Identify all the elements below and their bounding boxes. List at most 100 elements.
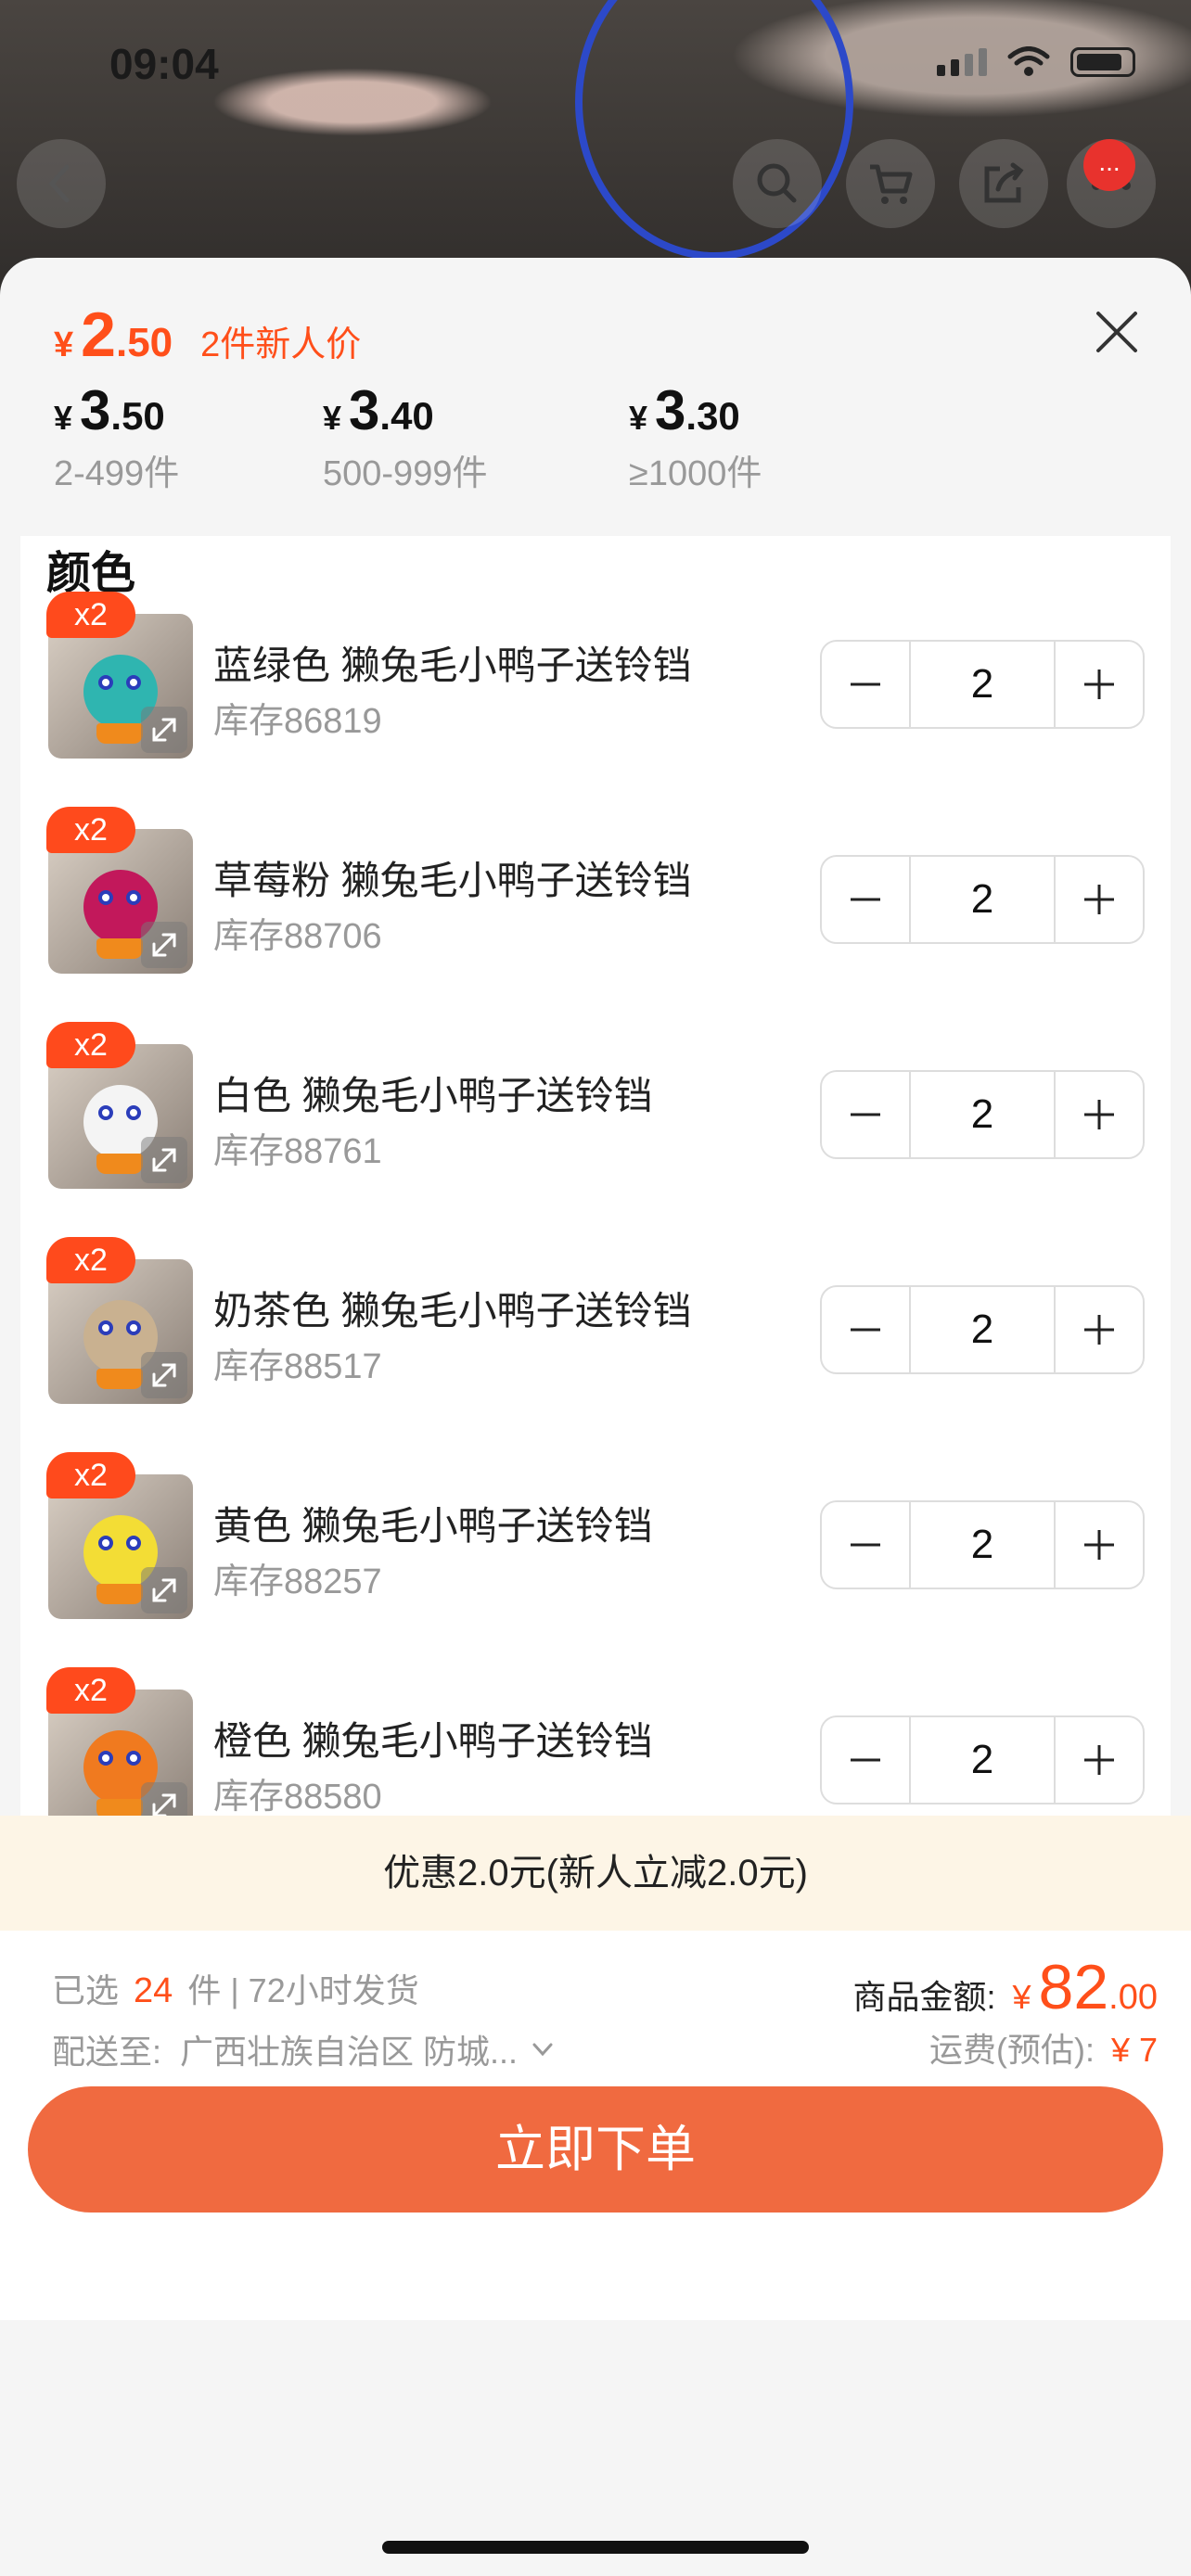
quantity-badge: x2 [46,592,135,638]
decrease-button[interactable] [822,1717,909,1803]
currency-symbol: ¥ [54,325,74,364]
signal-icon [937,48,987,76]
selected-prefix: 已选 [52,1971,120,2009]
quantity-stepper: 2 [820,1285,1145,1374]
currency-symbol: ¥ [323,399,342,437]
price-tier: ¥3.50 2-499件 [54,378,249,495]
quantity-badge: x2 [46,1452,135,1498]
minus-icon [851,898,880,901]
duck-eye [98,1320,113,1335]
quantity-input[interactable]: 2 [909,1287,1056,1372]
new-user-price: ¥ 2 .50 2件新人价 [54,299,361,371]
message-badge[interactable]: ... [1083,139,1135,191]
ship-to[interactable]: 配送至: 广西壮族自治区 防城... [52,2025,557,2073]
expand-icon [152,718,176,742]
cart-icon [870,164,913,204]
quantity-stepper: 2 [820,1070,1145,1159]
total-integer: 82 [1038,1952,1109,2022]
quantity-input[interactable]: 2 [909,857,1056,942]
search-button[interactable] [733,139,822,228]
plus-icon [1084,885,1114,914]
sku-row: x2 蓝绿色 獭兔毛小鸭子送铃铛 库存86819 2 [20,592,1171,807]
price-tier: ¥3.30 ≥1000件 [629,378,762,495]
currency-symbol: ¥ [1012,1978,1031,2016]
currency-symbol: ¥ [54,399,73,437]
expand-button[interactable] [141,922,187,968]
tier-range: ≥1000件 [629,454,762,493]
increase-button[interactable] [1056,857,1143,942]
expand-icon [152,933,176,957]
expand-button[interactable] [141,1352,187,1398]
duck-feet [96,1154,143,1174]
share-button[interactable] [959,139,1048,228]
battery-icon [1070,47,1135,77]
sku-name: 黄色 獭兔毛小鸭子送铃铛 [213,1504,653,1548]
selected-count: 24 [134,1971,173,2010]
freight-label: 运费(预估): [928,2031,1095,2069]
increase-button[interactable] [1056,642,1143,727]
quantity-badge: x2 [46,1667,135,1714]
decrease-button[interactable] [822,857,909,942]
price-tiers: ¥3.50 2-499件 ¥3.40 500-999件 ¥3.30 ≥1000件 [54,378,836,495]
close-button[interactable] [1091,306,1143,358]
close-icon [1096,312,1137,352]
duck-feet [96,938,143,959]
quantity-stepper: 2 [820,640,1145,729]
currency-symbol: ¥ [629,399,648,437]
cart-button[interactable] [846,139,935,228]
plus-icon [1084,1100,1114,1129]
photo-ring [575,0,853,260]
tier-price-decimal: .40 [379,394,434,438]
sku-name: 橙色 獭兔毛小鸭子送铃铛 [213,1719,653,1763]
quantity-input[interactable]: 2 [909,1717,1056,1803]
duck-eye [98,675,113,690]
new-price-label: 2件新人价 [200,325,362,364]
order-footer: 已选 24 件 | 72小时发货 配送至: 广西壮族自治区 防城... 商品金额… [0,1931,1191,2320]
quantity-input[interactable]: 2 [909,642,1056,727]
sku-stock: 库存88257 [213,1562,382,1601]
status-time: 09:04 [109,40,219,88]
ship-address: 广西壮族自治区 防城... [180,2033,519,2071]
tier-price-integer: 3 [349,379,380,441]
decrease-button[interactable] [822,642,909,727]
freight: 运费(预估): ¥ 7 [929,2023,1158,2072]
increase-button[interactable] [1056,1287,1143,1372]
duck-eye [126,1320,141,1335]
chevron-down-icon [532,2043,553,2057]
ship-label: 配送至: [52,2033,162,2071]
quantity-input[interactable]: 2 [909,1072,1056,1157]
wifi-icon [1007,46,1050,76]
plus-icon [1084,670,1114,699]
quantity-stepper: 2 [820,1715,1145,1804]
price-tier: ¥3.40 500-999件 [323,378,555,495]
increase-button[interactable] [1056,1717,1143,1803]
plus-icon [1084,1745,1114,1775]
expand-button[interactable] [141,1567,187,1613]
decrease-button[interactable] [822,1072,909,1157]
minus-icon [851,1113,880,1116]
sku-stock: 库存88517 [213,1347,382,1386]
decrease-button[interactable] [822,1502,909,1588]
tier-price-decimal: .30 [685,394,740,438]
freight-value: ¥ 7 [1110,2031,1158,2069]
minus-icon [851,682,880,686]
sku-name: 白色 獭兔毛小鸭子送铃铛 [213,1074,653,1117]
duck-eye [98,1105,113,1120]
sku-stock: 库存88706 [213,917,382,956]
expand-button[interactable] [141,1137,187,1183]
expand-button[interactable] [141,707,187,753]
back-button[interactable] [17,139,106,228]
increase-button[interactable] [1056,1072,1143,1157]
decrease-button[interactable] [822,1287,909,1372]
order-now-button[interactable]: 立即下单 [28,2086,1163,2213]
status-icons [937,46,1135,78]
increase-button[interactable] [1056,1502,1143,1588]
duck-feet [96,1584,143,1604]
quantity-badge: x2 [46,1237,135,1283]
price-decimal: .50 [115,320,173,365]
tier-price-decimal: .50 [110,394,165,438]
quantity-input[interactable]: 2 [909,1502,1056,1588]
duck-feet [96,1369,143,1389]
sku-row: x2 奶茶色 獭兔毛小鸭子送铃铛 库存88517 2 [20,1237,1171,1452]
duck-eye [126,1105,141,1120]
